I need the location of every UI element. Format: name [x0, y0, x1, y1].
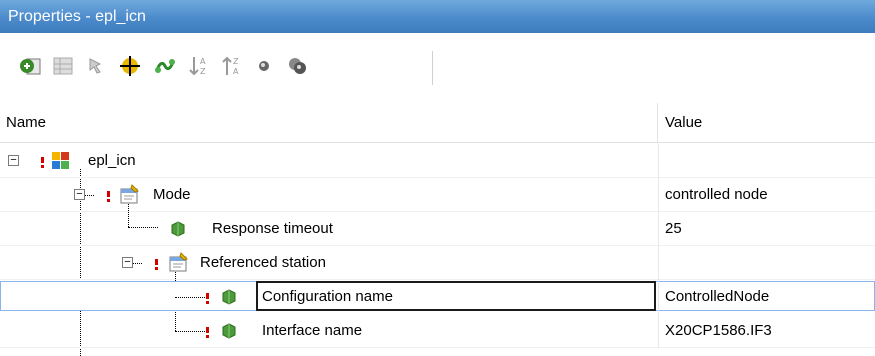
window-title: Properties - epl_icn [0, 0, 875, 33]
column-value-header[interactable]: Value [659, 103, 875, 143]
tree-label: epl_icn [88, 152, 136, 169]
connect-icon[interactable] [152, 53, 178, 79]
multi-circle-icon[interactable] [284, 53, 310, 79]
tree-label: Response timeout [212, 220, 333, 237]
column-name-header[interactable]: Name [0, 103, 658, 143]
tree-value[interactable]: ControlledNode [665, 280, 769, 314]
warning-icon [206, 327, 210, 338]
tree-row-configuration-name[interactable]: Configuration name ControlledNode [0, 280, 875, 314]
property-tree: − epl_icn − Mode controlled node Respons… [0, 144, 875, 356]
toolbar: AZ ZA [0, 33, 875, 103]
arrow-icon[interactable] [83, 53, 109, 79]
tree-row-referenced-station[interactable]: − Referenced station [0, 246, 875, 280]
parameter-icon [220, 288, 238, 306]
parameter-icon [220, 322, 238, 340]
tree-label: Interface name [262, 322, 363, 339]
svg-text:Z: Z [200, 67, 206, 76]
collapse-toggle[interactable]: − [74, 189, 85, 200]
parameter-icon [169, 220, 187, 238]
sort-ascending-icon[interactable]: AZ [186, 53, 212, 79]
settings-icon [166, 251, 190, 275]
tree-label: Mode [153, 186, 191, 203]
svg-text:A: A [233, 67, 239, 76]
tree-row-epl-icn[interactable]: − epl_icn [0, 144, 875, 178]
toolbar-separator [432, 51, 433, 85]
grid-icon[interactable] [50, 53, 76, 79]
sort-descending-icon[interactable]: ZA [219, 53, 245, 79]
column-header: Name Value [0, 103, 875, 143]
tree-label: Configuration name [262, 288, 393, 305]
svg-text:A: A [200, 57, 206, 66]
target-icon[interactable] [117, 53, 143, 79]
collapse-toggle[interactable]: − [8, 155, 19, 166]
svg-text:Z: Z [233, 57, 239, 66]
settings-icon [117, 183, 141, 207]
tree-row-mode[interactable]: − Mode controlled node [0, 178, 875, 212]
warning-icon [107, 191, 111, 202]
warning-icon [41, 157, 45, 168]
warning-icon [206, 293, 210, 304]
collapse-toggle[interactable]: − [122, 257, 133, 268]
tree-row-response-timeout[interactable]: Response timeout 25 [0, 212, 875, 246]
warning-icon [155, 259, 159, 270]
tree-label: Referenced station [200, 254, 326, 271]
circle-icon[interactable] [251, 53, 277, 79]
tree-value[interactable]: 25 [665, 212, 682, 246]
add-properties-icon[interactable] [18, 53, 44, 79]
tree-value[interactable]: controlled node [665, 178, 768, 212]
station-icon [50, 150, 72, 172]
tree-row-interface-name[interactable]: Interface name X20CP1586.IF3 [0, 314, 875, 348]
tree-value[interactable]: X20CP1586.IF3 [665, 314, 772, 348]
